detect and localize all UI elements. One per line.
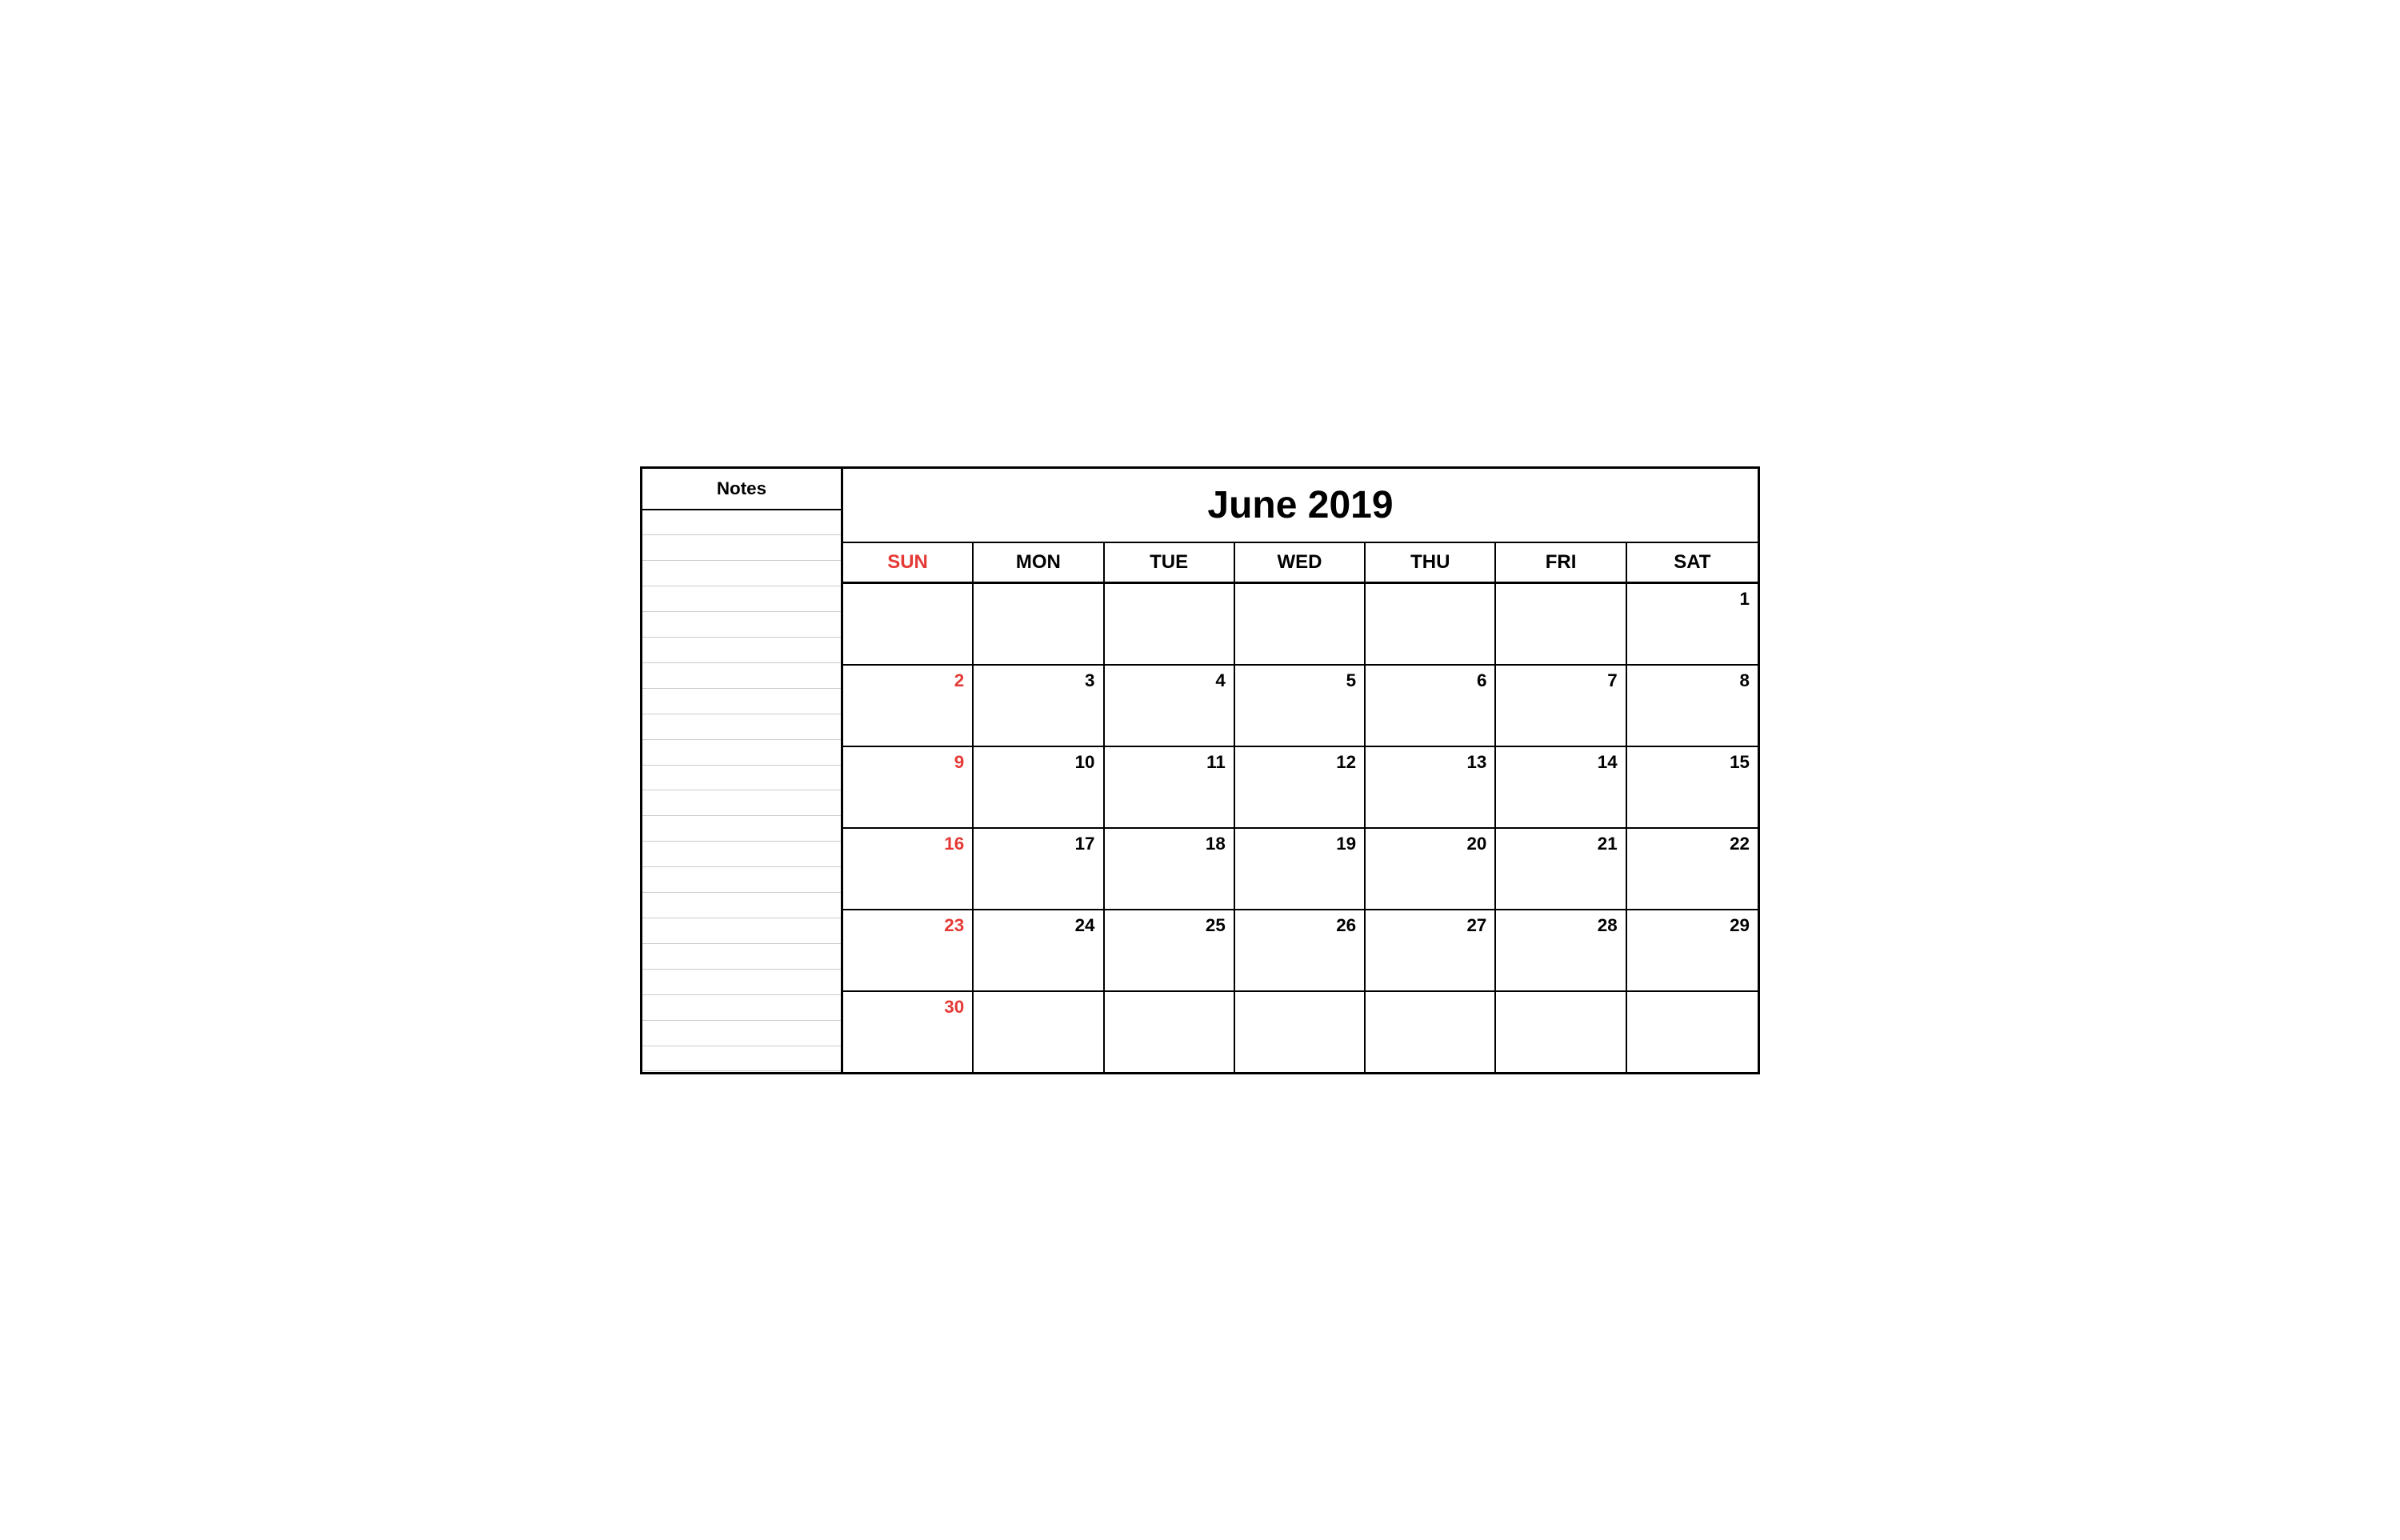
day-header-sat: SAT (1627, 543, 1758, 582)
calendar-title: June 2019 (843, 469, 1758, 543)
day-cell: 24 (974, 910, 1104, 990)
notes-lines (642, 510, 841, 1072)
day-header-mon: MON (974, 543, 1104, 582)
notes-line[interactable] (642, 689, 841, 714)
day-cell: 4 (1105, 666, 1235, 746)
day-header-fri: FRI (1496, 543, 1626, 582)
day-cell (843, 584, 974, 664)
day-cell: 12 (1235, 747, 1366, 827)
day-cell (1627, 992, 1758, 1072)
day-cell (1366, 584, 1496, 664)
day-cell: 29 (1627, 910, 1758, 990)
day-cell: 3 (974, 666, 1104, 746)
day-cell (1235, 992, 1366, 1072)
day-cell: 5 (1235, 666, 1366, 746)
notes-line[interactable] (642, 970, 841, 995)
day-headers: SUNMONTUEWEDTHUFRISAT (843, 543, 1758, 584)
notes-line[interactable] (642, 714, 841, 740)
day-cell: 9 (843, 747, 974, 827)
weeks: 1234567891011121314151617181920212223242… (843, 584, 1758, 1072)
day-cell (1366, 992, 1496, 1072)
day-header-wed: WED (1235, 543, 1366, 582)
day-cell (1105, 584, 1235, 664)
day-cell: 8 (1627, 666, 1758, 746)
notes-header: Notes (642, 469, 841, 510)
day-cell: 10 (974, 747, 1104, 827)
notes-line[interactable] (642, 535, 841, 561)
day-cell: 21 (1496, 829, 1626, 909)
week-row-1: 2345678 (843, 666, 1758, 747)
day-cell: 28 (1496, 910, 1626, 990)
notes-line[interactable] (642, 638, 841, 663)
notes-line[interactable] (642, 893, 841, 918)
week-row-0: 1 (843, 584, 1758, 666)
notes-line[interactable] (642, 586, 841, 612)
notes-line[interactable] (642, 790, 841, 816)
day-header-tue: TUE (1105, 543, 1235, 582)
day-cell: 20 (1366, 829, 1496, 909)
calendar-section: June 2019 SUNMONTUEWEDTHUFRISAT 12345678… (843, 469, 1758, 1072)
notes-line[interactable] (642, 918, 841, 944)
day-cell (1496, 584, 1626, 664)
notes-line[interactable] (642, 561, 841, 586)
day-cell: 13 (1366, 747, 1496, 827)
calendar-wrapper: Notes June 2019 SUNMONTUEWEDTHUFRISAT 12… (640, 466, 1760, 1074)
day-cell: 2 (843, 666, 974, 746)
day-cell (974, 992, 1104, 1072)
day-cell: 22 (1627, 829, 1758, 909)
day-cell: 25 (1105, 910, 1235, 990)
notes-line[interactable] (642, 612, 841, 638)
day-cell: 17 (974, 829, 1104, 909)
notes-line[interactable] (642, 740, 841, 766)
notes-line[interactable] (642, 510, 841, 536)
day-cell: 18 (1105, 829, 1235, 909)
day-cell: 1 (1627, 584, 1758, 664)
day-cell (1105, 992, 1235, 1072)
week-row-5: 30 (843, 992, 1758, 1072)
day-cell: 27 (1366, 910, 1496, 990)
notes-line[interactable] (642, 1046, 841, 1072)
notes-line[interactable] (642, 995, 841, 1021)
week-row-4: 23242526272829 (843, 910, 1758, 992)
day-cell (1235, 584, 1366, 664)
notes-line[interactable] (642, 663, 841, 689)
day-cell: 6 (1366, 666, 1496, 746)
calendar-grid: SUNMONTUEWEDTHUFRISAT 123456789101112131… (843, 543, 1758, 1072)
day-cell (1496, 992, 1626, 1072)
notes-line[interactable] (642, 1021, 841, 1046)
notes-line[interactable] (642, 766, 841, 791)
notes-line[interactable] (642, 944, 841, 970)
day-cell: 16 (843, 829, 974, 909)
day-header-sun: SUN (843, 543, 974, 582)
day-header-thu: THU (1366, 543, 1496, 582)
day-cell: 19 (1235, 829, 1366, 909)
day-cell (974, 584, 1104, 664)
day-cell: 30 (843, 992, 974, 1072)
notes-line[interactable] (642, 842, 841, 867)
day-cell: 7 (1496, 666, 1626, 746)
day-cell: 14 (1496, 747, 1626, 827)
day-cell: 23 (843, 910, 974, 990)
week-row-2: 9101112131415 (843, 747, 1758, 829)
notes-line[interactable] (642, 867, 841, 893)
day-cell: 11 (1105, 747, 1235, 827)
notes-section: Notes (642, 469, 843, 1072)
notes-line[interactable] (642, 816, 841, 842)
week-row-3: 16171819202122 (843, 829, 1758, 910)
day-cell: 26 (1235, 910, 1366, 990)
day-cell: 15 (1627, 747, 1758, 827)
